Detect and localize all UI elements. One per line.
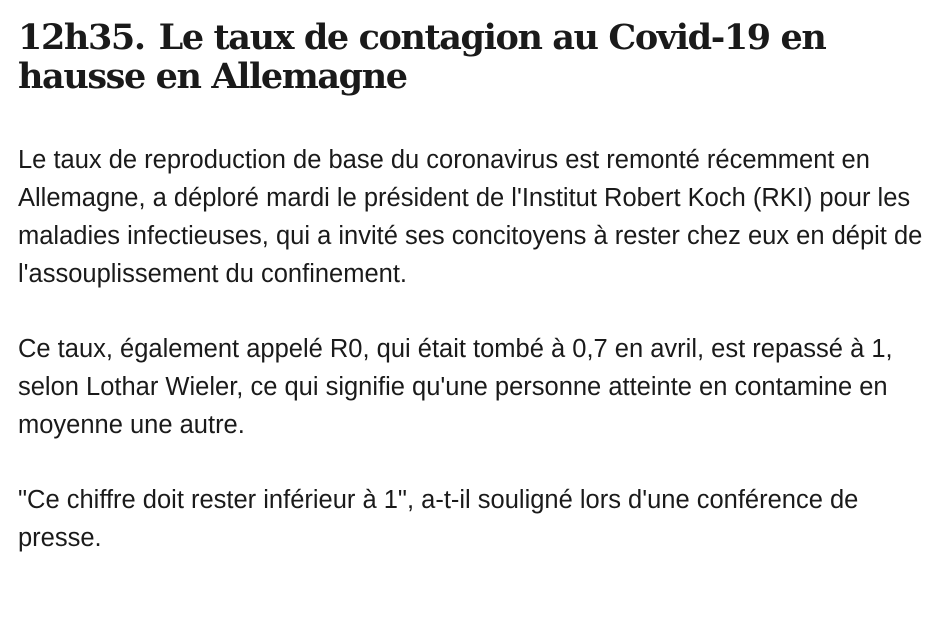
live-update-entry: 12h35. Le taux de contagion au Covid-19 e… [18,18,933,594]
paragraph-1: Le taux de reproduction de base du coron… [18,146,923,288]
update-time: 12h35. [18,17,146,58]
paragraph-2: Ce taux, également appelé R0, qui était … [18,335,893,439]
paragraph-3: "Ce chiffre doit rester inférieur à 1", … [18,486,859,552]
headline: 12h35. Le taux de contagion au Covid-19 e… [18,18,933,96]
article-body: Le taux de reproduction de base du coron… [18,141,933,557]
